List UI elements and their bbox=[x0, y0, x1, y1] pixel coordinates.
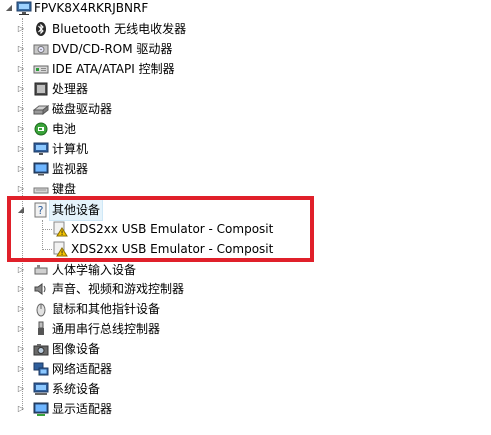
device-xds2xx-2[interactable]: XDS2xx USB Emulator - Composit bbox=[0, 239, 491, 259]
usb-icon bbox=[33, 321, 49, 337]
bluetooth-icon bbox=[33, 21, 49, 37]
processor-icon bbox=[33, 81, 49, 97]
battery-icon bbox=[33, 121, 49, 137]
category-label: 人体学输入设备 bbox=[52, 263, 137, 277]
optical-drive-icon bbox=[33, 41, 49, 57]
mouse-icon bbox=[33, 301, 49, 317]
expand-arrow-icon[interactable]: ▷ bbox=[15, 359, 27, 379]
display-adapter-icon bbox=[33, 401, 49, 417]
expand-arrow-icon[interactable]: ▷ bbox=[15, 139, 27, 159]
monitor-icon bbox=[33, 161, 49, 177]
category-hid[interactable]: ▷ 人体学输入设备 bbox=[0, 260, 491, 280]
category-disk-drive[interactable]: ▷ 磁盘驱动器 bbox=[0, 99, 491, 119]
category-label: 鼠标和其他指针设备 bbox=[52, 302, 161, 316]
category-label: IDE ATA/ATAPI 控制器 bbox=[52, 62, 175, 76]
category-computer[interactable]: ▷ 计算机 bbox=[0, 139, 491, 159]
expand-arrow-icon[interactable]: ▷ bbox=[15, 39, 27, 59]
collapse-arrow-icon[interactable]: ◢ bbox=[3, 0, 15, 18]
category-label: 图像设备 bbox=[52, 342, 101, 356]
expand-arrow-icon[interactable]: ▷ bbox=[15, 179, 27, 199]
warning-device-icon bbox=[52, 241, 68, 257]
sound-icon bbox=[33, 281, 49, 297]
system-device-icon bbox=[33, 381, 49, 397]
category-network[interactable]: ▷ 网络适配器 bbox=[0, 359, 491, 379]
category-battery[interactable]: ▷ 电池 bbox=[0, 119, 491, 139]
root-label: FPVK8X4RKRJBNRF bbox=[34, 1, 149, 15]
category-other-devices[interactable]: ◢ ? 其他设备 bbox=[0, 199, 491, 221]
tree-root[interactable]: ◢ FPVK8X4RKRJBNRF bbox=[0, 0, 491, 18]
keyboard-icon bbox=[33, 181, 49, 197]
category-bluetooth[interactable]: ▷ Bluetooth 无线电收发器 bbox=[0, 19, 491, 39]
device-label: XDS2xx USB Emulator - Composit bbox=[71, 242, 274, 256]
category-display-adapter[interactable]: ▷ 显示适配器 bbox=[0, 399, 491, 419]
category-label: 声音、视频和游戏控制器 bbox=[52, 282, 185, 296]
category-label: Bluetooth 无线电收发器 bbox=[52, 22, 187, 36]
category-mouse[interactable]: ▷ 鼠标和其他指针设备 bbox=[0, 299, 491, 319]
category-label: 处理器 bbox=[52, 82, 89, 96]
category-label: 其他设备 bbox=[48, 199, 104, 221]
expand-arrow-icon[interactable]: ▷ bbox=[15, 279, 27, 299]
category-label: 系统设备 bbox=[52, 382, 101, 396]
expand-arrow-icon[interactable]: ▷ bbox=[15, 399, 27, 419]
ide-controller-icon bbox=[33, 61, 49, 77]
computer-root-icon bbox=[16, 0, 32, 16]
category-dvd-cdrom[interactable]: ▷ DVD/CD-ROM 驱动器 bbox=[0, 39, 491, 59]
category-label: 电池 bbox=[52, 122, 77, 136]
hid-icon bbox=[33, 262, 49, 278]
device-manager-tree: ◢ FPVK8X4RKRJBNRF ▷ Bluetooth 无线电收发器 ▷ D… bbox=[0, 0, 491, 435]
device-label: XDS2xx USB Emulator - Composit bbox=[71, 222, 274, 236]
disk-drive-icon bbox=[33, 101, 49, 117]
category-label: 显示适配器 bbox=[52, 402, 113, 416]
category-imaging[interactable]: ▷ 图像设备 bbox=[0, 339, 491, 359]
warning-device-icon bbox=[52, 221, 68, 237]
category-label: 网络适配器 bbox=[52, 362, 113, 376]
category-usb[interactable]: ▷ 通用串行总线控制器 bbox=[0, 319, 491, 339]
expand-arrow-icon[interactable]: ▷ bbox=[15, 119, 27, 139]
expand-arrow-icon[interactable]: ▷ bbox=[15, 319, 27, 339]
device-xds2xx-1[interactable]: XDS2xx USB Emulator - Composit bbox=[0, 219, 491, 239]
category-label: 键盘 bbox=[52, 182, 77, 196]
category-label: 通用串行总线控制器 bbox=[52, 322, 161, 336]
expand-arrow-icon[interactable]: ▷ bbox=[15, 79, 27, 99]
expand-arrow-icon[interactable]: ▷ bbox=[15, 59, 27, 79]
expand-arrow-icon[interactable]: ▷ bbox=[15, 379, 27, 399]
collapse-arrow-icon[interactable]: ◢ bbox=[15, 200, 27, 220]
expand-arrow-icon[interactable]: ▷ bbox=[15, 299, 27, 319]
unknown-device-icon: ? bbox=[33, 202, 49, 218]
category-label: 监视器 bbox=[52, 162, 89, 176]
expand-arrow-icon[interactable]: ▷ bbox=[15, 159, 27, 179]
expand-arrow-icon[interactable]: ▷ bbox=[15, 339, 27, 359]
category-ide[interactable]: ▷ IDE ATA/ATAPI 控制器 bbox=[0, 59, 491, 79]
category-sound[interactable]: ▷ 声音、视频和游戏控制器 bbox=[0, 279, 491, 299]
category-keyboard[interactable]: ▷ 键盘 bbox=[0, 179, 491, 199]
network-icon bbox=[33, 361, 49, 377]
category-label: DVD/CD-ROM 驱动器 bbox=[52, 42, 173, 56]
category-monitor[interactable]: ▷ 监视器 bbox=[0, 159, 491, 179]
category-processor[interactable]: ▷ 处理器 bbox=[0, 79, 491, 99]
category-system-devices[interactable]: ▷ 系统设备 bbox=[0, 379, 491, 399]
camera-icon bbox=[33, 341, 49, 357]
svg-text:?: ? bbox=[38, 204, 44, 217]
expand-arrow-icon[interactable]: ▷ bbox=[15, 19, 27, 39]
expand-arrow-icon[interactable]: ▷ bbox=[15, 99, 27, 119]
category-label: 磁盘驱动器 bbox=[52, 102, 113, 116]
expand-arrow-icon[interactable]: ▷ bbox=[15, 260, 27, 280]
category-label: 计算机 bbox=[52, 142, 89, 156]
computer-icon bbox=[33, 141, 49, 157]
